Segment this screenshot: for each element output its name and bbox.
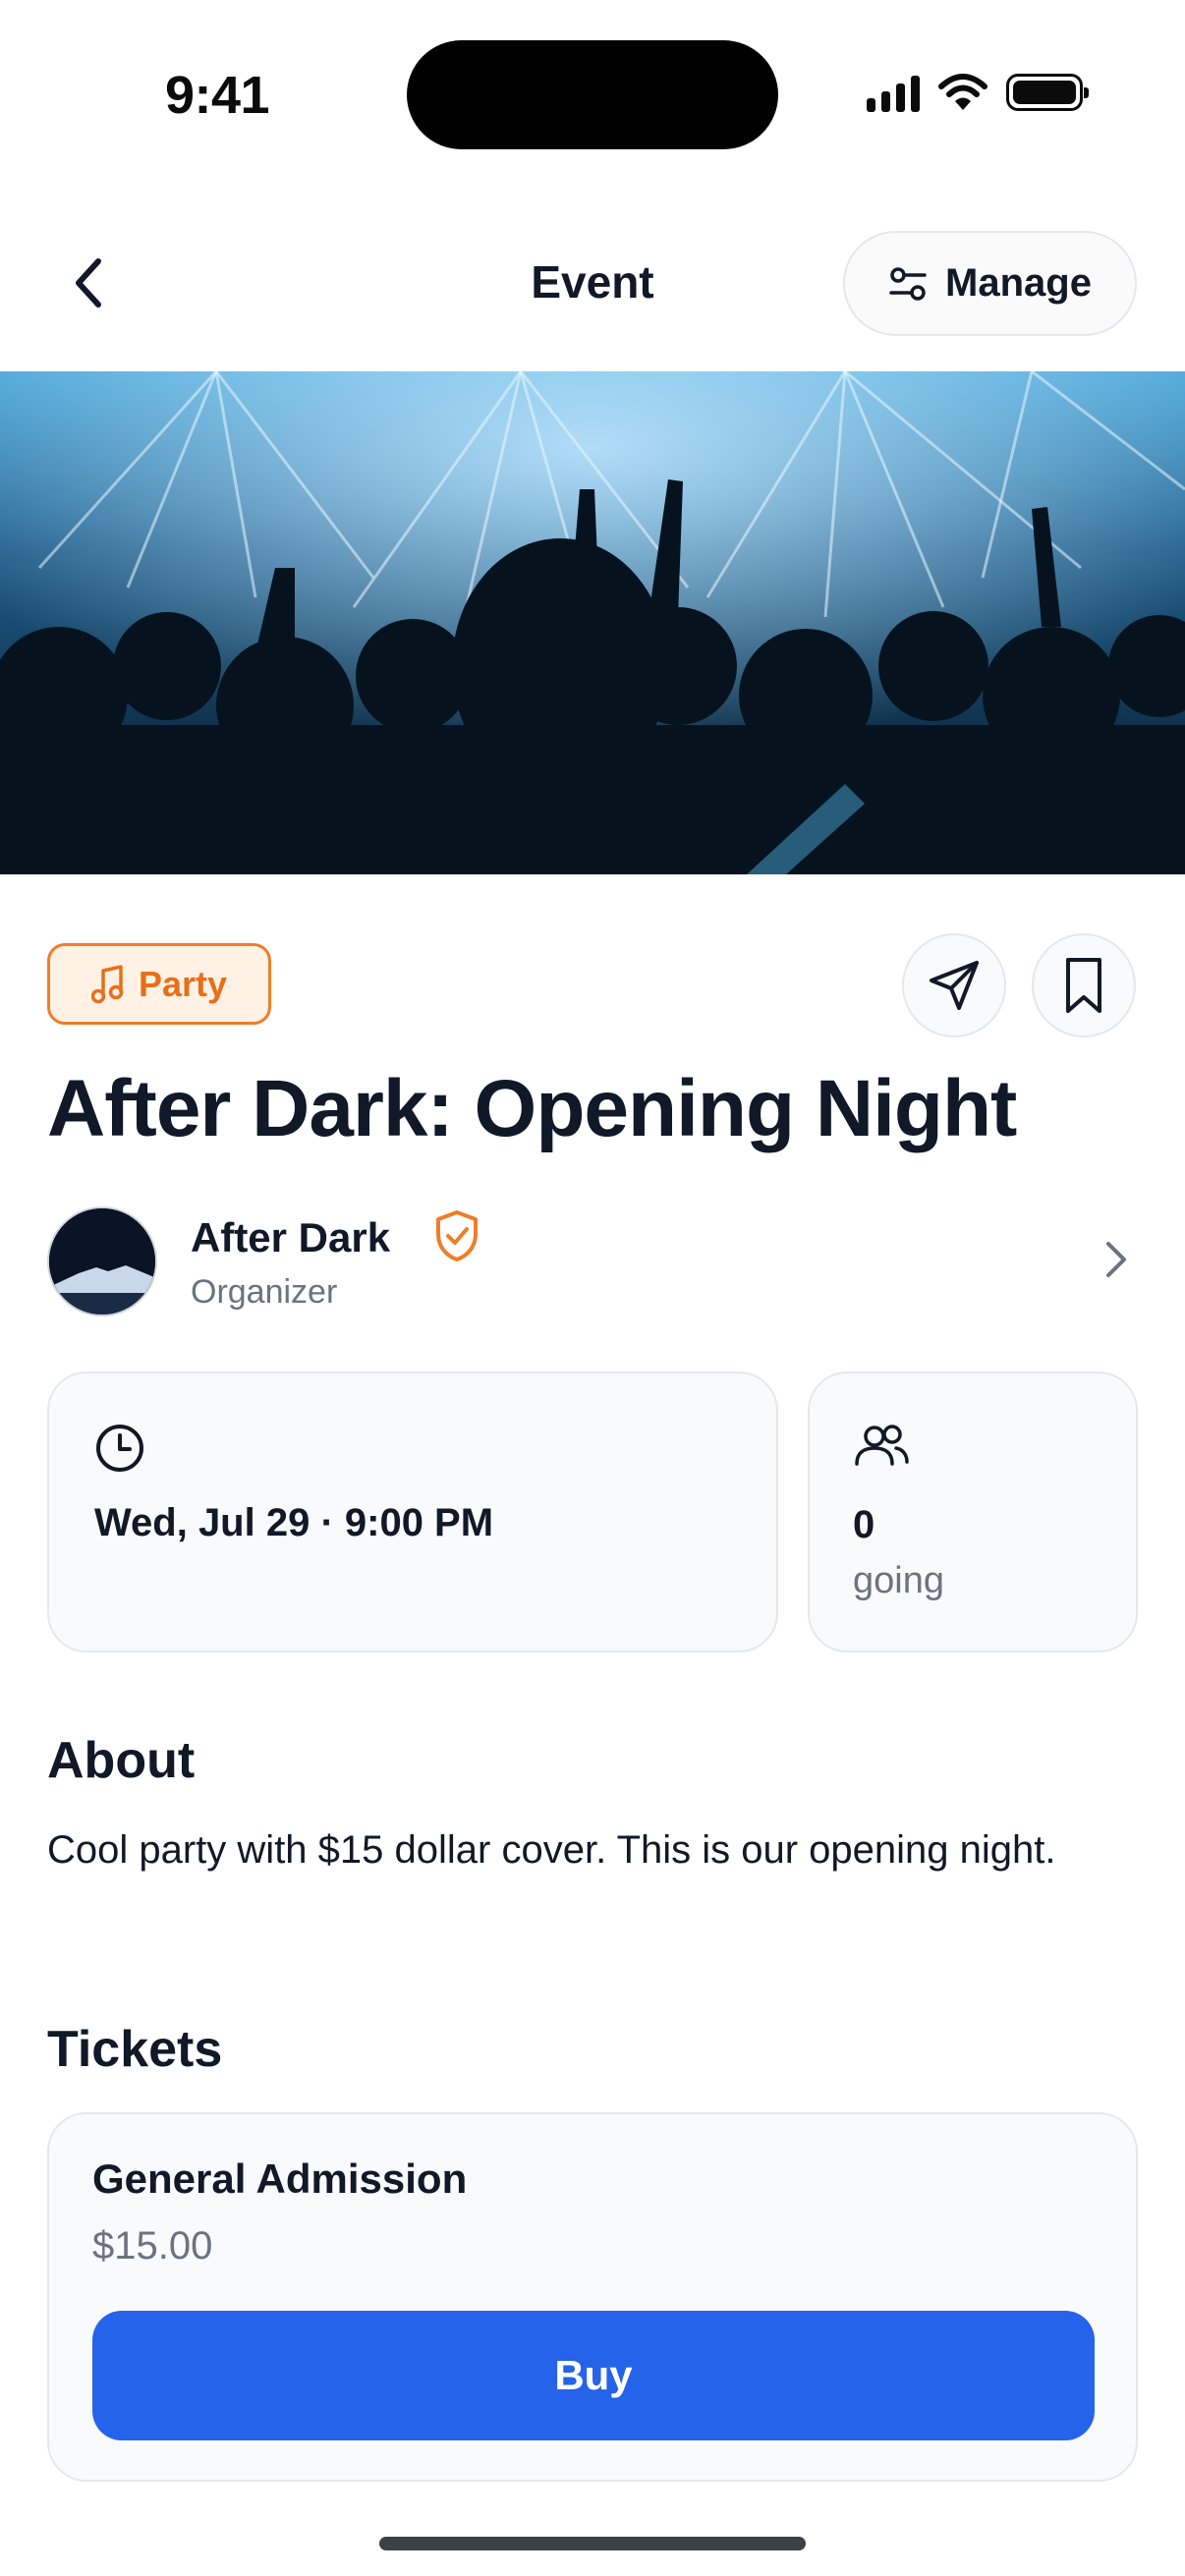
category-chip[interactable]: Party [47, 943, 271, 1025]
organizer-row[interactable]: After Dark Organizer [47, 1206, 1138, 1316]
paper-plane-icon [930, 961, 979, 1010]
event-date-time: Wed, Jul 29 · 9:00 PM [94, 1501, 494, 1544]
music-note-icon [90, 964, 124, 1003]
organizer-avatar [47, 1206, 157, 1316]
wifi-icon [938, 74, 988, 110]
attendees-card[interactable]: 0 going [808, 1372, 1138, 1652]
clock-icon [96, 1425, 143, 1472]
chevron-right-icon [1106, 1242, 1126, 1277]
ticket-price: $15.00 [92, 2224, 213, 2268]
shield-check-icon [436, 1210, 478, 1261]
bookmark-icon [1066, 958, 1101, 1013]
about-heading: About [47, 1732, 196, 1789]
buy-button-label: Buy [554, 2352, 633, 2398]
tickets-heading: Tickets [47, 2021, 223, 2078]
sliders-icon [889, 266, 927, 301]
going-count: 0 [853, 1503, 875, 1546]
dynamic-island [407, 40, 778, 149]
bookmark-button[interactable] [1032, 933, 1136, 1037]
cellular-signal-icon [867, 73, 920, 112]
buy-button[interactable]: Buy [92, 2311, 1095, 2440]
home-indicator[interactable] [379, 2537, 806, 2550]
ticket-name: General Admission [92, 2156, 468, 2202]
event-cover-image [0, 371, 1185, 874]
status-icons [867, 73, 1089, 112]
users-icon [855, 1425, 909, 1466]
status-bar: 9:41 [0, 0, 1185, 187]
going-label: going [853, 1560, 944, 1601]
manage-label: Manage [945, 261, 1092, 305]
category-label: Party [138, 963, 228, 1004]
battery-icon [1006, 74, 1089, 111]
organizer-role: Organizer [191, 1273, 338, 1311]
status-time: 9:41 [165, 66, 270, 125]
about-text: Cool party with $15 dollar cover. This i… [47, 1828, 1056, 1872]
share-button[interactable] [902, 933, 1006, 1037]
organizer-name: After Dark [191, 1214, 391, 1260]
date-time-card: Wed, Jul 29 · 9:00 PM [47, 1372, 778, 1652]
manage-button[interactable]: Manage [843, 231, 1137, 336]
ticket-card: General Admission $15.00 Buy [47, 2112, 1138, 2482]
nav-header: Event Manage [0, 228, 1185, 338]
event-title: After Dark: Opening Night [47, 1064, 1017, 1153]
